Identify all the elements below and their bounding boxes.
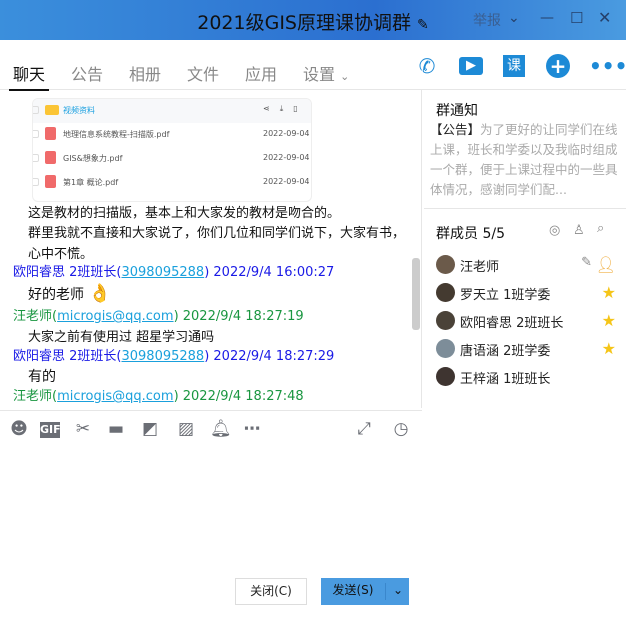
chevron-down-icon: ⌄ <box>340 70 350 83</box>
right-panel: 群通知 【公告】为了更好的让同学们在线上课，班长和学委以及我临时组成一个群，便于… <box>424 90 626 619</box>
message-meta: 汪老师(microgis@qq.com) 2022/9/4 18:27:19 <box>13 309 304 324</box>
admin-star-icon: ★ <box>601 283 616 302</box>
scissors-icon[interactable]: ✂ <box>73 419 93 439</box>
close-icon[interactable]: ✕ <box>598 8 611 27</box>
owner-icon: 👤︎ <box>595 255 616 274</box>
title-bar: 2021级GIS原理课协调群 ✎ 举报 ⌄ — ☐ ✕ <box>0 0 626 40</box>
pdf-icon <box>45 127 56 140</box>
message-text: 群里我就不直接和大家说了，你们几位和同学们说下，大家有书，心中不慌。 <box>28 226 406 262</box>
folder-icon[interactable]: ▬ <box>106 419 126 439</box>
chat-history: 视频资料⋖⤓▯ 地理信息系统教程-扫描版.pdf2022-09-04 15 GI… <box>0 90 422 408</box>
tab-settings[interactable]: 设置 ⌄ <box>303 61 349 85</box>
member-item[interactable]: 罗天立 1班学委 ★ <box>436 281 616 305</box>
edit-icon[interactable]: ✎ <box>581 255 592 270</box>
member-item[interactable]: 王梓涵 1班班长 <box>436 365 616 389</box>
member-settings-icon[interactable]: ◎ <box>549 223 560 238</box>
file-row: GIS&想象力.pdf2022-09-04 15 <box>33 147 311 171</box>
course-icon[interactable]: 课 <box>503 55 525 77</box>
gif-icon[interactable]: GIF <box>40 422 61 438</box>
window-title: 2021级GIS原理课协调群 ✎ <box>197 12 429 34</box>
more-icon[interactable]: ••• <box>589 54 626 78</box>
scrollbar[interactable] <box>412 258 420 330</box>
pdf-icon <box>45 175 56 188</box>
tab-apps[interactable]: 应用 <box>245 61 277 85</box>
message-text: 好的老师 👌 <box>28 283 111 304</box>
expand-icon[interactable]: ⤢ <box>354 419 374 439</box>
tab-album[interactable]: 相册 <box>129 61 161 85</box>
admin-star-icon: ★ <box>601 339 616 358</box>
file-list-image[interactable]: 视频资料⋖⤓▯ 地理信息系统教程-扫描版.pdf2022-09-04 15 GI… <box>32 98 312 202</box>
member-item[interactable]: 唐语涵 2班学委 ★ <box>436 337 616 361</box>
emoji-icon[interactable]: ☻ <box>9 419 29 439</box>
tab-announcement[interactable]: 公告 <box>71 61 103 85</box>
notice-title[interactable]: 群通知 <box>436 100 478 120</box>
send-options-chevron-icon[interactable]: ⌄ <box>387 578 409 603</box>
notice-content[interactable]: 【公告】为了更好的让同学们在线上课，班长和学委以及我临时组成一个群，便于上课过程… <box>430 120 618 200</box>
avatar <box>436 367 455 386</box>
tab-files[interactable]: 文件 <box>187 61 219 85</box>
message-meta: 欧阳睿思 2班班长(3098095288) 2022/9/4 16:00:27 <box>13 265 335 280</box>
send-button[interactable]: 发送(S) ⌄ <box>321 578 409 605</box>
more-icon[interactable]: ⋯ <box>242 419 262 439</box>
edit-icon[interactable]: ✎ <box>417 17 429 33</box>
file-row: 第1章 概论.pdf2022-09-04 14 <box>33 171 311 195</box>
member-item[interactable]: 汪老师 ✎ 👤︎ <box>436 253 616 277</box>
search-icon[interactable]: ⌕ <box>597 221 604 236</box>
avatar <box>436 311 455 330</box>
ok-emoji: 👌 <box>88 283 111 304</box>
admin-star-icon: ★ <box>601 311 616 330</box>
video-icon[interactable]: ▶ <box>459 57 483 75</box>
message-text: 这是教材的扫描版，基本上和大家发的教材是吻合的。 <box>28 206 341 221</box>
close-button[interactable]: 关闭(C) <box>235 578 307 605</box>
phone-icon[interactable]: ✆ <box>415 54 439 78</box>
avatar <box>436 283 455 302</box>
share-download-icons: ⋖⤓▯ <box>263 104 308 113</box>
file-row: 地理信息系统教程-扫描版.pdf2022-09-04 15 <box>33 123 311 147</box>
add-member-icon[interactable]: ♙ <box>573 223 585 238</box>
tab-chat[interactable]: 聊天 <box>8 61 50 91</box>
minimize-icon[interactable]: — <box>540 10 554 26</box>
report-link[interactable]: 举报 <box>473 10 501 30</box>
message-input[interactable] <box>0 446 422 570</box>
message-text: 大家之前有使用过 超星学习通吗 <box>28 330 215 345</box>
message-meta: 欧阳睿思 2班班长(3098095288) 2022/9/4 18:27:29 <box>13 349 335 364</box>
members-title: 群成员 5/5 <box>436 226 505 242</box>
member-item[interactable]: 欧阳睿思 2班班长 ★ <box>436 309 616 333</box>
image-icon[interactable]: ▨ <box>176 419 196 439</box>
maximize-icon[interactable]: ☐ <box>570 9 583 27</box>
chevron-down-icon[interactable]: ⌄ <box>508 10 520 26</box>
file-row: 视频资料 ⋖⤓▯ <box>33 99 311 123</box>
message-meta: 汪老师(microgis@qq.com) 2022/9/4 18:27:48 <box>13 389 304 404</box>
message-text: 有的 <box>28 369 56 385</box>
history-clock-icon[interactable]: ◷ <box>391 419 411 439</box>
add-icon[interactable]: + <box>546 54 570 78</box>
avatar <box>436 339 455 358</box>
avatar <box>436 255 455 274</box>
folder-icon <box>45 105 59 115</box>
tab-bar: 聊天 公告 相册 文件 应用 设置 ⌄ ✆ ▶ 课 + ••• <box>0 40 626 91</box>
pdf-icon <box>45 151 56 164</box>
bell-icon[interactable]: 🔔︎ <box>210 419 232 439</box>
sticker-icon[interactable]: ◩ <box>140 419 160 439</box>
input-toolbar: ☻ GIF ✂ ▬ ◩ ▨ 🔔︎ ⋯ ⤢ ◷ <box>0 410 422 446</box>
